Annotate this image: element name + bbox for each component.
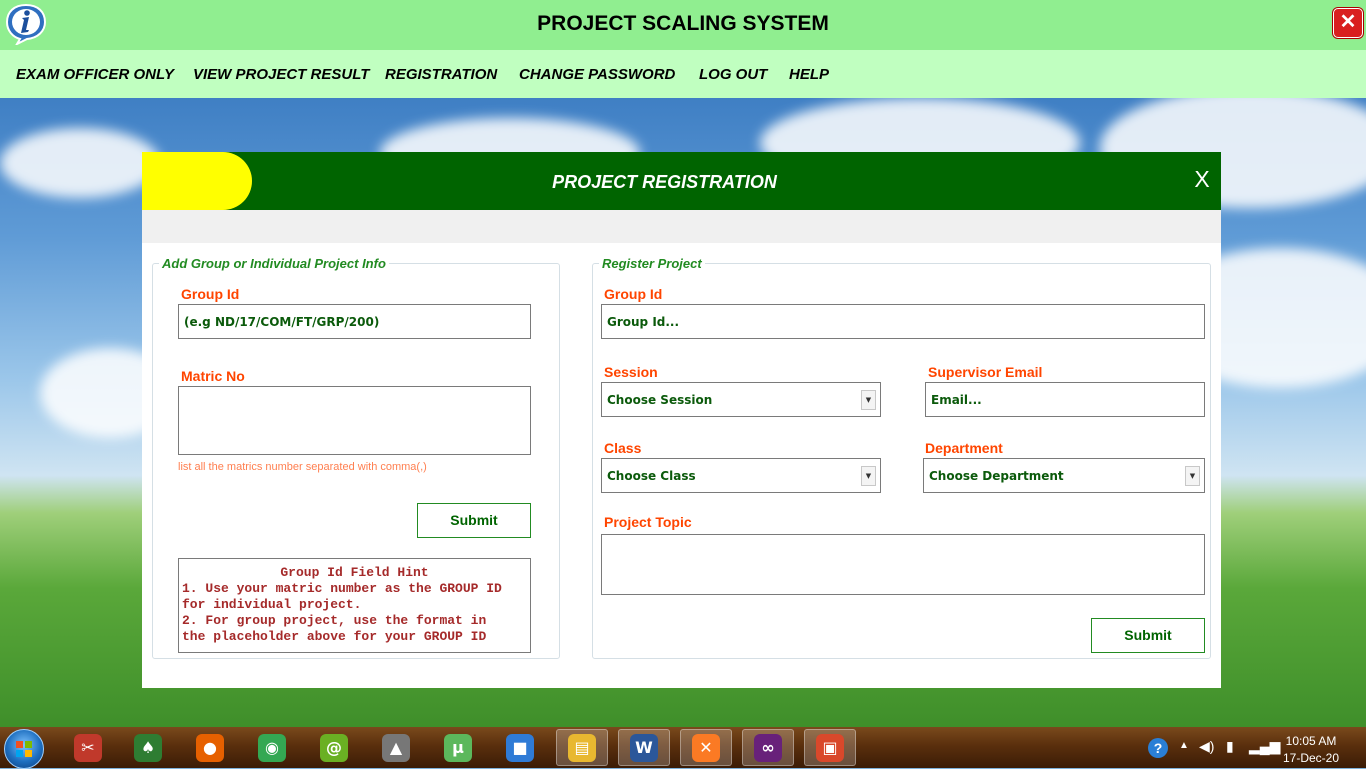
volume-icon[interactable]: ◀) bbox=[1199, 738, 1214, 755]
class-select[interactable]: Choose Class ▼ bbox=[601, 458, 881, 493]
taskbar-app-utorrent[interactable]: µ bbox=[432, 729, 484, 766]
matric-no-label: Matric No bbox=[181, 368, 245, 384]
taskbar-app-chrome[interactable]: ◉ bbox=[246, 729, 298, 766]
project-topic-label: Project Topic bbox=[604, 514, 692, 530]
group-id-hint-line: the placeholder above for your GROUP ID bbox=[182, 629, 487, 644]
group-id-hint-line: for individual project. bbox=[182, 597, 362, 612]
department-select[interactable]: Choose Department ▼ bbox=[923, 458, 1205, 493]
session-selected-value: Choose Session bbox=[607, 392, 713, 407]
left-group-id-label: Group Id bbox=[181, 286, 240, 302]
help-tray-icon[interactable]: ? bbox=[1148, 738, 1168, 758]
right-group-id-input[interactable]: Group Id... bbox=[601, 304, 1205, 339]
register-project-legend: Register Project bbox=[599, 256, 705, 271]
right-group-id-placeholder: Group Id... bbox=[607, 314, 680, 329]
group-id-hint-line: 1. Use your matric number as the GROUP I… bbox=[182, 581, 502, 596]
taskbar-app-virtualbox[interactable]: ■ bbox=[494, 729, 546, 766]
group-id-hint-title: Group Id Field Hint bbox=[280, 565, 429, 580]
project-registration-dialog: PROJECT REGISTRATION X Add Group or Indi… bbox=[142, 152, 1221, 688]
menu-help[interactable]: HELP bbox=[789, 66, 829, 83]
dialog-close-button[interactable]: X bbox=[1192, 166, 1212, 192]
chameleon-icon: @ bbox=[320, 733, 348, 762]
menu-log-out[interactable]: LOG OUT bbox=[699, 66, 767, 83]
taskbar-app-word[interactable]: W bbox=[618, 729, 670, 766]
utorrent-icon: µ bbox=[444, 733, 472, 762]
taskbar-app-inkscape[interactable]: ▲ bbox=[370, 729, 422, 766]
group-id-hint-box: Group Id Field Hint 1. Use your matric n… bbox=[178, 558, 531, 653]
left-group-id-input[interactable]: (e.g ND/17/COM/FT/GRP/200) bbox=[178, 304, 531, 339]
taskbar-app-visual-studio[interactable]: ∞ bbox=[742, 729, 794, 766]
menu-exam-officer-only[interactable]: EXAM OFFICER ONLY bbox=[16, 66, 174, 83]
matric-no-textarea[interactable] bbox=[178, 386, 531, 455]
supervisor-email-label: Supervisor Email bbox=[928, 364, 1043, 380]
class-selected-value: Choose Class bbox=[607, 468, 696, 483]
menu-view-project-result[interactable]: VIEW PROJECT RESULT bbox=[193, 66, 369, 83]
virtualbox-icon: ■ bbox=[506, 733, 534, 762]
start-button[interactable] bbox=[4, 729, 44, 769]
group-id-hint-line: 2. For group project, use the format in bbox=[182, 613, 487, 628]
windows-forms-app-icon: ▣ bbox=[816, 733, 844, 762]
chevron-down-icon[interactable]: ▼ bbox=[861, 465, 876, 486]
word-icon: W bbox=[630, 733, 658, 762]
windows-logo-icon bbox=[16, 741, 32, 757]
taskbar-app-chameleon[interactable]: @ bbox=[308, 729, 360, 766]
project-topic-textarea[interactable] bbox=[601, 534, 1205, 595]
clock-time: 10:05 AM bbox=[1285, 734, 1337, 748]
chevron-down-icon[interactable]: ▼ bbox=[1185, 465, 1200, 486]
group-info-legend: Add Group or Individual Project Info bbox=[159, 256, 389, 271]
xampp-icon: ✕ bbox=[692, 733, 720, 762]
close-app-button[interactable]: ✕ bbox=[1333, 8, 1363, 38]
dialog-toolbar-strip bbox=[142, 210, 1221, 243]
title-bar: PROJECT SCALING SYSTEM ✕ bbox=[0, 0, 1366, 50]
left-submit-button[interactable]: Submit bbox=[417, 503, 531, 538]
session-select[interactable]: Choose Session ▼ bbox=[601, 382, 881, 417]
firefox-icon: ● bbox=[196, 733, 224, 762]
chrome-icon: ◉ bbox=[258, 733, 286, 762]
visual-studio-icon: ∞ bbox=[754, 733, 782, 762]
dialog-header: PROJECT REGISTRATION X bbox=[142, 152, 1221, 210]
power-icon[interactable]: ▮ bbox=[1226, 738, 1234, 755]
department-selected-value: Choose Department bbox=[929, 468, 1064, 483]
taskbar-app-snipping-tool[interactable]: ✂ bbox=[62, 729, 114, 766]
menu-change-password[interactable]: CHANGE PASSWORD bbox=[519, 66, 675, 83]
menu-bar: EXAM OFFICER ONLY VIEW PROJECT RESULT RE… bbox=[0, 50, 1366, 98]
session-label: Session bbox=[604, 364, 658, 380]
class-label: Class bbox=[604, 440, 642, 456]
system-clock[interactable]: 10:05 AM 17-Dec-20 bbox=[1268, 733, 1354, 767]
supervisor-email-placeholder: Email... bbox=[931, 392, 982, 407]
taskbar-app-firefox[interactable]: ● bbox=[184, 729, 236, 766]
clock-date: 17-Dec-20 bbox=[1282, 751, 1340, 765]
left-group-id-placeholder: (e.g ND/17/COM/FT/GRP/200) bbox=[184, 314, 380, 329]
department-label: Department bbox=[925, 440, 1003, 456]
dialog-title: PROJECT REGISTRATION bbox=[552, 172, 777, 192]
app-title: PROJECT SCALING SYSTEM bbox=[537, 12, 829, 35]
inkscape-icon: ▲ bbox=[382, 733, 410, 762]
solitaire-icon: ♠ bbox=[134, 733, 162, 762]
taskbar-app-xampp[interactable]: ✕ bbox=[680, 729, 732, 766]
show-hidden-icons-icon[interactable]: ▲ bbox=[1179, 740, 1189, 751]
snipping-tool-icon: ✂ bbox=[74, 733, 102, 762]
taskbar-app-solitaire[interactable]: ♠ bbox=[122, 729, 174, 766]
menu-registration[interactable]: REGISTRATION bbox=[385, 66, 497, 83]
supervisor-email-input[interactable]: Email... bbox=[925, 382, 1205, 417]
network-icon[interactable]: ▂▄▆ bbox=[1249, 738, 1280, 755]
chevron-down-icon[interactable]: ▼ bbox=[861, 389, 876, 410]
taskbar-app-windows-forms-app[interactable]: ▣ bbox=[804, 729, 856, 766]
taskbar-app-file-explorer[interactable]: ▤ bbox=[556, 729, 608, 766]
right-submit-button[interactable]: Submit bbox=[1091, 618, 1205, 653]
file-explorer-icon: ▤ bbox=[568, 733, 596, 762]
matric-no-hint: list all the matrics number separated wi… bbox=[178, 461, 427, 473]
right-group-id-label: Group Id bbox=[604, 286, 663, 302]
